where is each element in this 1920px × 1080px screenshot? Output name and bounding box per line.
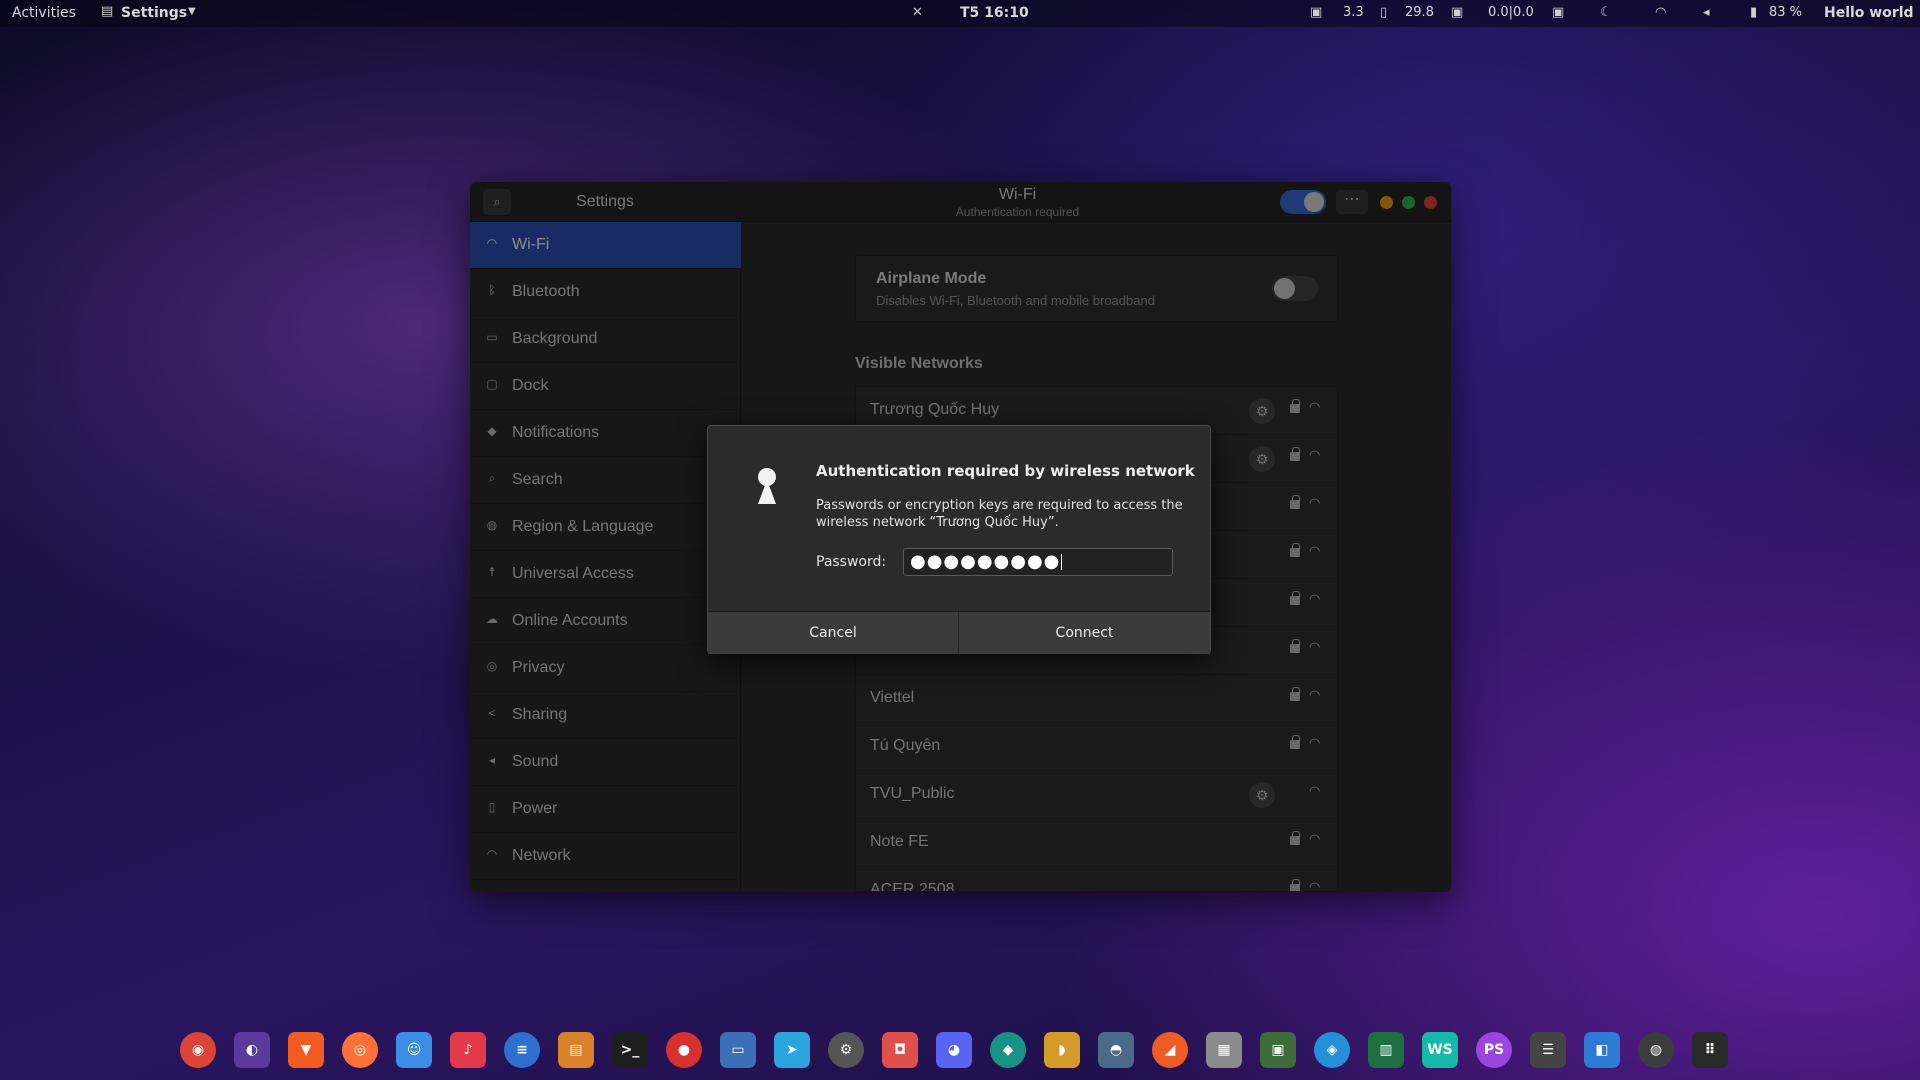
cube-icon[interactable]: ◈ [1314, 1032, 1350, 1068]
excel-icon[interactable]: ▥ [1368, 1032, 1404, 1068]
archive-icon[interactable]: ▤ [558, 1032, 594, 1068]
auth-dialog: Authentication required by wireless netw… [707, 425, 1211, 654]
mysql-icon[interactable]: ◓ [1098, 1032, 1134, 1068]
moon-phase-icon: ✕ [912, 5, 923, 20]
top-bar: Activities ▤ Settings ▼ ✕ T5 16:10 ▣ 3.3… [0, 0, 1920, 27]
dialog-buttons: Cancel Connect [708, 611, 1210, 654]
battery-level[interactable]: 83 % [1769, 5, 1802, 20]
vscode-icon[interactable]: ◧ [1584, 1032, 1620, 1068]
text-caret [1061, 554, 1063, 570]
battery-icon[interactable]: ▮ [1750, 5, 1757, 20]
telegram-icon[interactable]: ➤ [774, 1032, 810, 1068]
podcast-icon[interactable]: ◐ [234, 1032, 270, 1068]
cpu-icon: ▣ [1310, 5, 1323, 20]
menu-bars-icon[interactable]: ☰ [1530, 1032, 1566, 1068]
window-icon[interactable]: ▭ [720, 1032, 756, 1068]
dbeaver-icon[interactable]: ◗ [1044, 1032, 1080, 1068]
gnome-settings-icon[interactable]: ◍ [1638, 1032, 1674, 1068]
screenshot-icon[interactable]: ◘ [882, 1032, 918, 1068]
record-icon[interactable]: ● [666, 1032, 702, 1068]
wifi-status-icon[interactable]: ◠ [1655, 5, 1666, 20]
night-light-icon[interactable]: ☾ [1600, 5, 1612, 20]
password-label: Password: [816, 554, 887, 570]
memory-usage: 29.8 [1405, 5, 1434, 20]
app-grid-icon[interactable]: ⠿ [1692, 1032, 1728, 1068]
dock: ◉ ◐ ▼ ◎ ☺ ♪ ≡ ▤ >_ ● ▭ ➤ ⚙ ◘ ◕ ◆ ◗ ◓ ◢ ▦ ▣ ◈ ▥ WS PS ☰ ◧ ◍ ⠿ [180, 1032, 1740, 1078]
password-field[interactable]: ●●●●●●●●● [903, 548, 1173, 576]
dialog-message: Passwords or encryption keys are require… [816, 498, 1183, 530]
key-icon [756, 468, 778, 506]
network-speed-icon: ▣ [1552, 5, 1565, 20]
clock[interactable]: T5 16:10 [960, 5, 1029, 21]
music-icon[interactable]: ♪ [450, 1032, 486, 1068]
gitkraken-icon[interactable]: ◆ [990, 1032, 1026, 1068]
password-value: ●●●●●●●●● [910, 551, 1061, 572]
connect-button[interactable]: Connect [959, 612, 1210, 654]
brave-icon[interactable]: ▼ [288, 1032, 324, 1068]
discord-icon[interactable]: ◕ [936, 1032, 972, 1068]
firefox-icon[interactable]: ◎ [342, 1032, 378, 1068]
volume-icon[interactable]: ◂ [1703, 5, 1710, 20]
dialog-title: Authentication required by wireless netw… [816, 462, 1195, 480]
chrome-icon[interactable]: ◉ [180, 1032, 216, 1068]
webstorm-icon[interactable]: WS [1422, 1032, 1458, 1068]
disk-icon: ▣ [1451, 5, 1464, 20]
user-menu[interactable]: Hello world [1824, 5, 1914, 21]
app-menu[interactable]: Settings [121, 5, 187, 21]
postman-icon[interactable]: ◢ [1152, 1032, 1188, 1068]
finder-icon[interactable]: ☺ [396, 1032, 432, 1068]
chevron-down-icon: ▼ [188, 6, 196, 17]
network-speed: 0.0|0.0 [1488, 5, 1534, 20]
settings-app-icon: ▤ [101, 4, 114, 19]
terminal-icon[interactable]: >_ [612, 1032, 648, 1068]
notes-icon[interactable]: ▦ [1206, 1032, 1242, 1068]
phpstorm-icon[interactable]: PS [1476, 1032, 1512, 1068]
settings-icon[interactable]: ⚙ [828, 1032, 864, 1068]
cpu-usage: 3.3 [1343, 5, 1364, 20]
text-editor-icon[interactable]: ≡ [504, 1032, 540, 1068]
memory-icon: ▯ [1380, 5, 1388, 20]
book-icon[interactable]: ▣ [1260, 1032, 1296, 1068]
cancel-button[interactable]: Cancel [708, 612, 959, 654]
activities-button[interactable]: Activities [12, 5, 76, 21]
